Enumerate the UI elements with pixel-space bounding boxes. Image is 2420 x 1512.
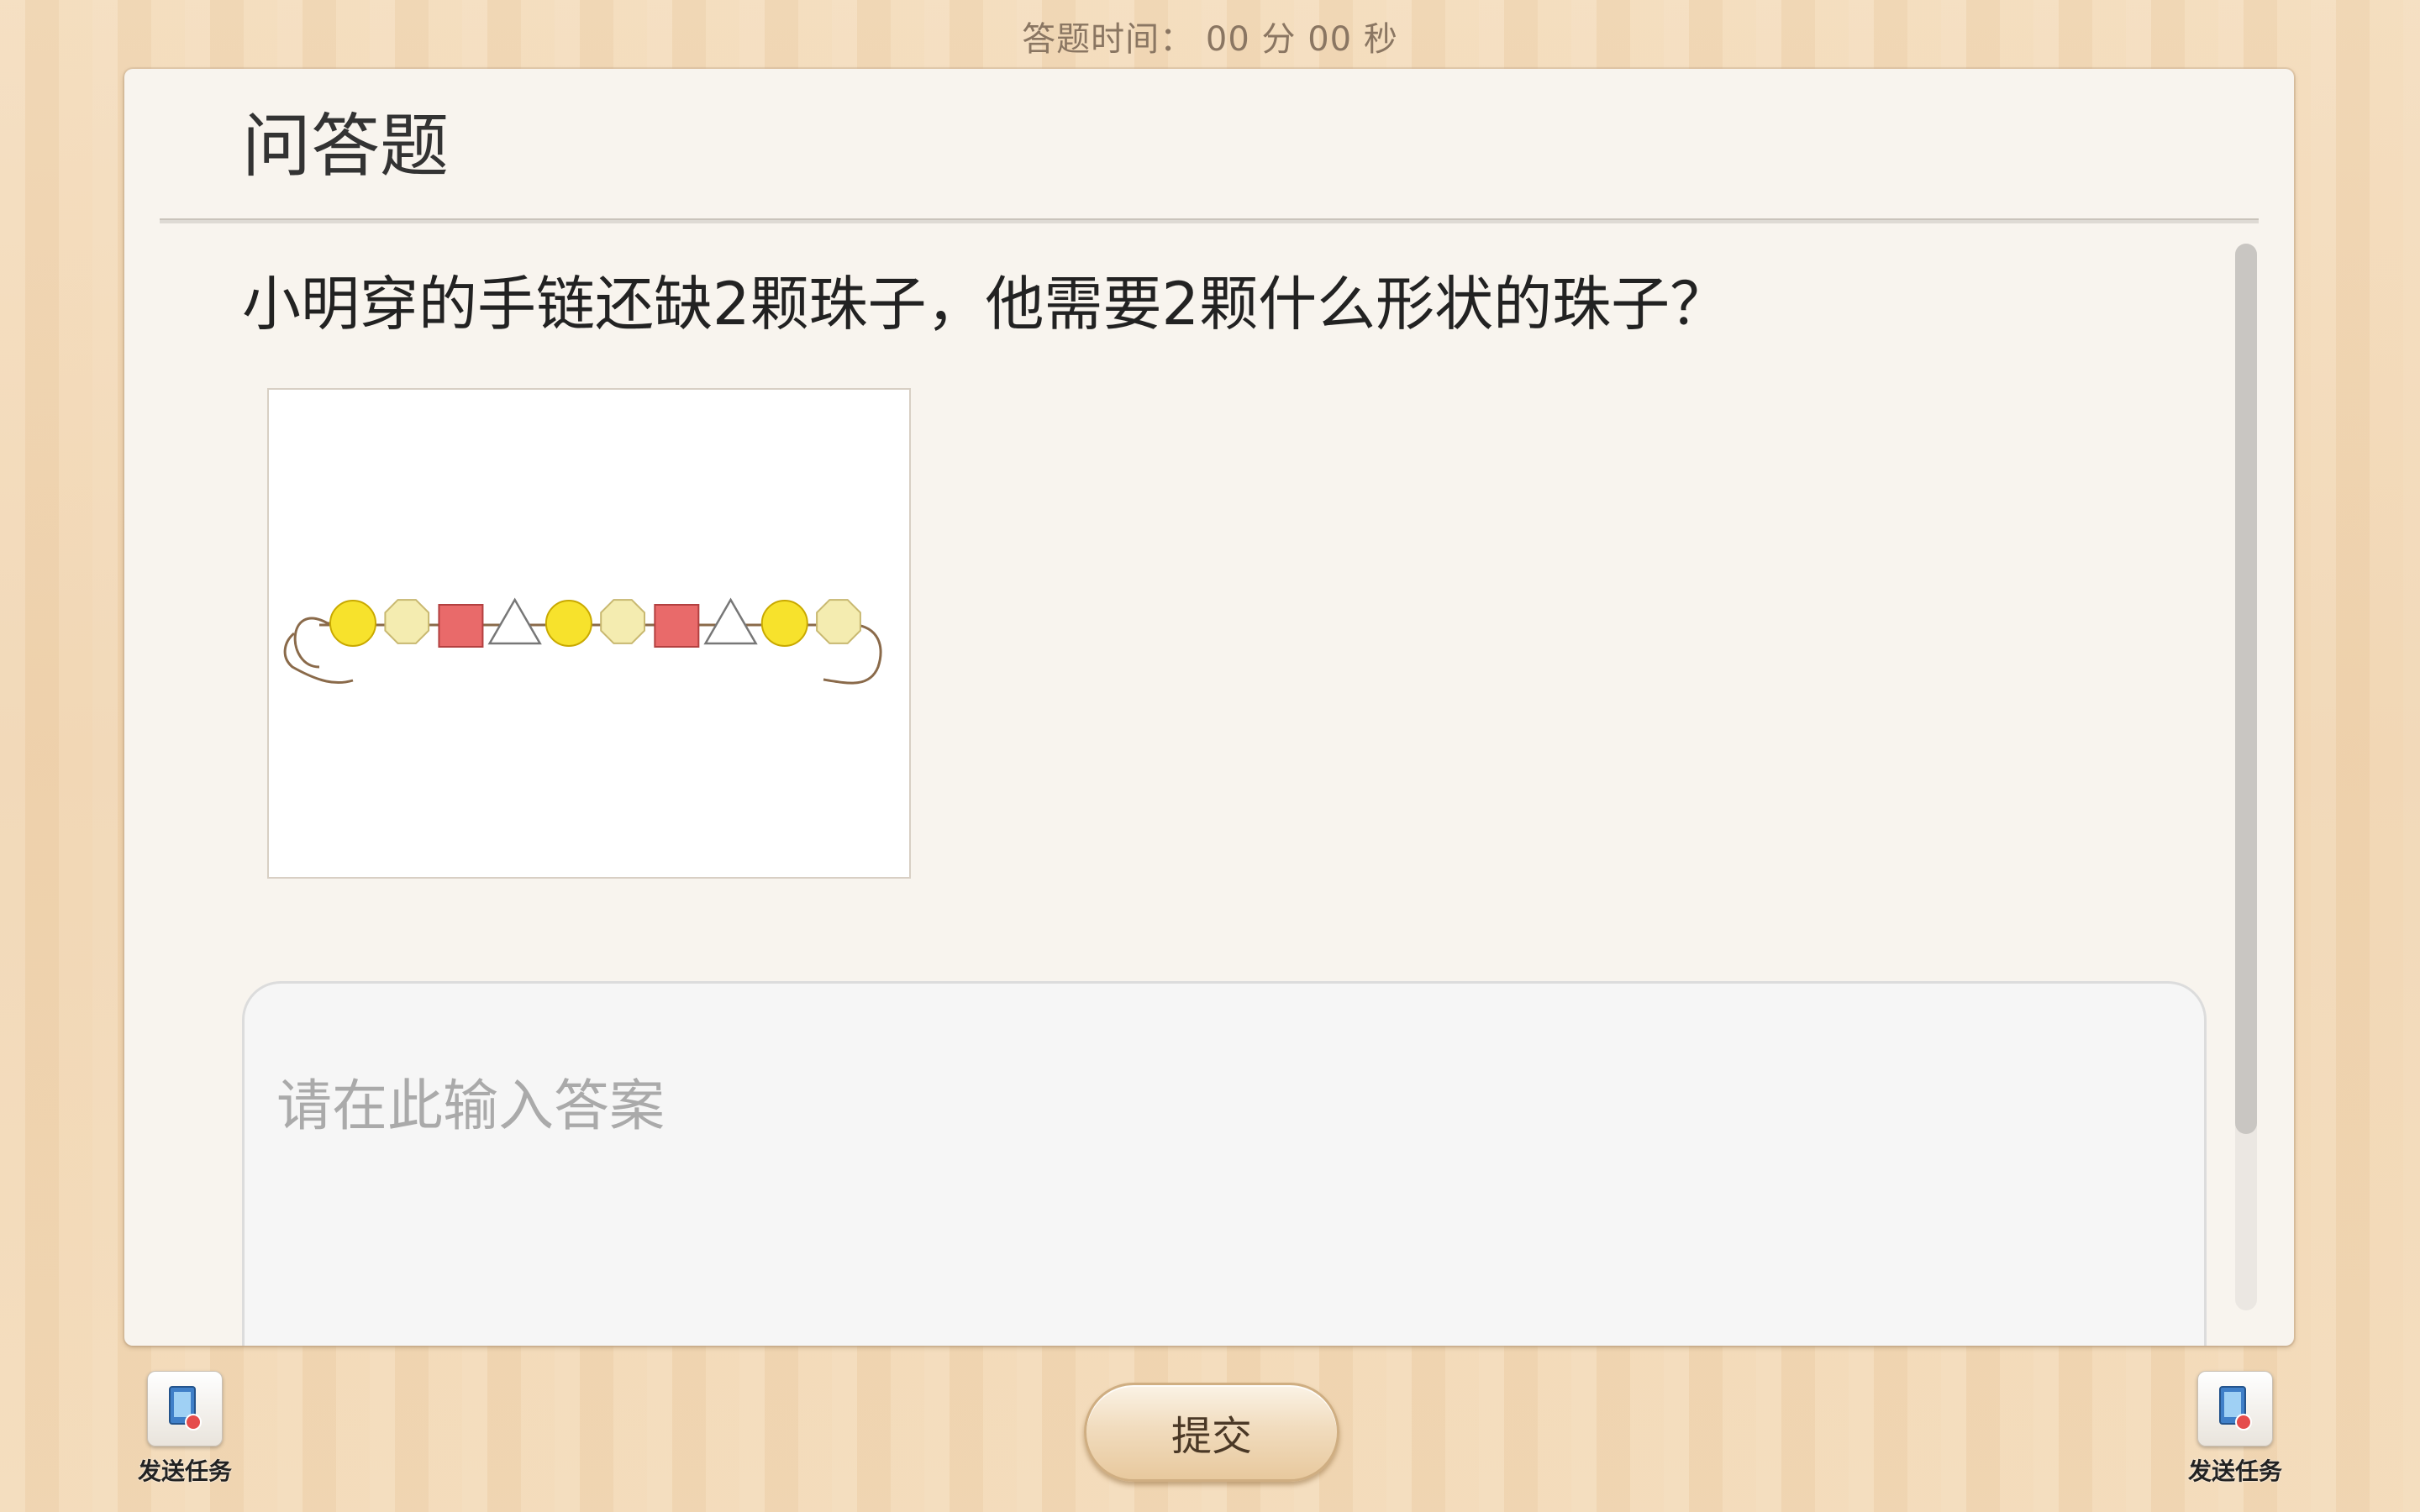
- yellow-circle-bead: [329, 600, 376, 647]
- white-triangle-bead: [487, 597, 542, 645]
- pale-hexagon-bead: [816, 599, 861, 644]
- send-task-icon: [147, 1371, 223, 1446]
- red-square-bead: [654, 604, 700, 648]
- send-task-label: 发送任务: [2187, 1457, 2282, 1485]
- question-type-title: 问答题: [242, 107, 450, 186]
- yellow-circle-bead: [760, 600, 808, 647]
- red-square-bead: [438, 604, 484, 648]
- pale-hexagon-bead: [384, 599, 430, 644]
- scrollbar-thumb[interactable]: [2235, 244, 2257, 1134]
- title-divider: [160, 218, 2259, 223]
- question-text: 小明穿的手链还缺2颗珠子，他需要2颗什么形状的珠子？: [242, 270, 1729, 339]
- answer-input[interactable]: [242, 981, 2207, 1346]
- submit-button[interactable]: 提交: [1084, 1383, 1339, 1482]
- send-task-icon: [2197, 1371, 2273, 1446]
- question-image[interactable]: [267, 388, 1018, 1160]
- send-task-label: 发送任务: [137, 1457, 232, 1485]
- yellow-circle-bead: [544, 600, 592, 647]
- answer-timer: 答题时间： 00 分 00 秒: [1022, 20, 1398, 59]
- bracelet-illustration: [283, 597, 882, 685]
- send-task-button-left[interactable]: 发送任务: [134, 1371, 235, 1497]
- send-task-button-right[interactable]: 发送任务: [2185, 1371, 2286, 1497]
- white-triangle-bead: [703, 597, 758, 645]
- question-card: 问答题 小明穿的手链还缺2颗珠子，他需要2颗什么形状的珠子？: [124, 69, 2294, 1346]
- pale-hexagon-bead: [600, 599, 645, 644]
- bead-row: [329, 597, 861, 648]
